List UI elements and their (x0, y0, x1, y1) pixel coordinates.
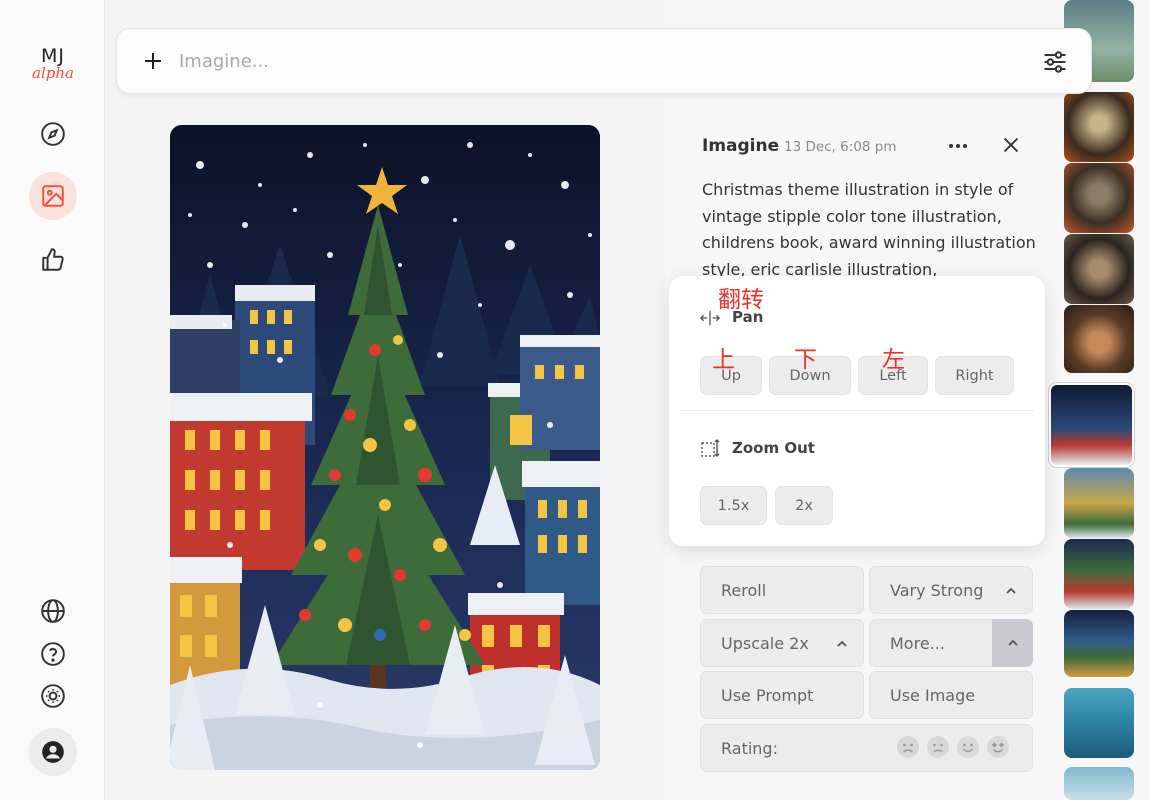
history-thumbnail[interactable] (1064, 688, 1134, 758)
divider (680, 410, 1034, 411)
language-button[interactable] (29, 587, 77, 635)
history-thumbnail[interactable] (1064, 539, 1134, 609)
chevron-up-icon (1006, 587, 1016, 594)
help-icon (41, 642, 65, 666)
detail-title: Imagine (702, 136, 780, 156)
prompt-bar (116, 28, 1092, 94)
sun-icon (41, 684, 65, 708)
rating-sad-icon[interactable] (927, 736, 949, 758)
zoom-out-label: Zoom Out (732, 439, 815, 457)
settings-sliders-icon[interactable] (1041, 48, 1069, 76)
help-button[interactable] (29, 630, 77, 678)
image-icon (42, 185, 64, 207)
generated-image[interactable] (170, 125, 600, 770)
prompt-text: Christmas theme illustration in style of… (702, 180, 1036, 277)
history-thumbnail[interactable] (1064, 92, 1134, 162)
history-thumbnail[interactable] (1064, 767, 1134, 800)
use-image-label: Use Image (890, 685, 976, 705)
rate-button[interactable] (29, 236, 77, 284)
logo[interactable]: MJ alpha (24, 46, 82, 81)
rating-happy-icon[interactable] (957, 736, 979, 758)
zoom-2x-button[interactable]: 2x (775, 486, 833, 525)
history-thumbnail[interactable] (1064, 234, 1134, 304)
history-thumbnail[interactable] (1064, 468, 1134, 538)
use-prompt-button[interactable]: Use Prompt (700, 671, 864, 719)
more-options-icon[interactable] (946, 134, 970, 158)
rating-love-icon[interactable] (987, 736, 1009, 758)
user-icon (42, 741, 64, 763)
pan-zoom-popup: Pan Up Down Left Right Zoom Out 1.5x 2x (669, 276, 1045, 546)
prompt-input[interactable] (179, 45, 1019, 77)
upscale-label: Upscale 2x (721, 633, 809, 653)
detail-date: 13 Dec, 6:08 pm (784, 139, 897, 155)
profile-button[interactable] (29, 728, 77, 776)
christmas-illustration (170, 125, 600, 770)
use-prompt-label: Use Prompt (721, 685, 814, 705)
chevron-up-icon (1007, 639, 1018, 646)
explore-button[interactable] (29, 110, 77, 158)
rating-label: Rating: (721, 738, 778, 758)
zoom-1-5x-button[interactable]: 1.5x (700, 486, 767, 525)
reroll-button[interactable]: Reroll (700, 566, 864, 614)
sidebar: MJ alpha (0, 0, 105, 800)
annotation-flip: 翻转 (718, 287, 764, 313)
chevron-up-icon (837, 640, 847, 647)
plus-icon[interactable] (141, 49, 165, 73)
logo-alpha: alpha (32, 64, 74, 82)
reroll-label: Reroll (721, 580, 767, 600)
history-thumbnail[interactable] (1064, 610, 1134, 677)
annotation-up: 上 (712, 347, 735, 373)
close-icon[interactable] (1000, 134, 1022, 156)
rating-bar: Rating: (700, 724, 1033, 772)
zoom-out-icon (701, 439, 720, 457)
annotation-down: 下 (794, 347, 817, 373)
vary-strong-button[interactable]: Vary Strong (869, 566, 1033, 614)
theme-button[interactable] (29, 672, 77, 720)
rating-angry-icon[interactable] (897, 736, 919, 758)
use-image-button[interactable]: Use Image (869, 671, 1033, 719)
logo-mj: MJ (41, 45, 65, 67)
history-strip (1049, 0, 1150, 800)
pan-right-button[interactable]: Right (935, 356, 1014, 395)
globe-icon (41, 599, 65, 623)
vary-strong-label: Vary Strong (890, 580, 984, 600)
thumbs-up-icon (42, 248, 64, 271)
more-label: More... (890, 633, 945, 653)
compass-icon (41, 122, 65, 146)
history-thumbnail[interactable] (1064, 163, 1134, 233)
more-toggle-button[interactable] (992, 619, 1033, 667)
annotation-left: 左 (882, 347, 905, 373)
create-button[interactable] (29, 172, 77, 220)
history-thumbnail-selected[interactable] (1049, 383, 1134, 467)
upscale-button[interactable]: Upscale 2x (700, 619, 864, 667)
history-thumbnail[interactable] (1064, 305, 1134, 373)
